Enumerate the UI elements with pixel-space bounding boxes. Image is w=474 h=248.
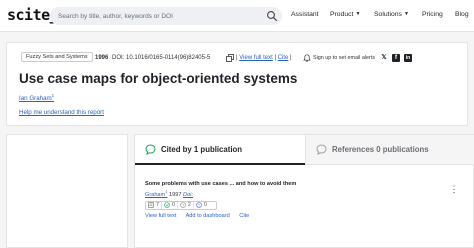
citation-list-item: Some problems with use cases ... and how… [145,181,465,219]
tab-cited-by-label: Cited by 1 publication [161,145,243,154]
tab-cited-by[interactable]: Cited by 1 publication [135,135,305,165]
chevron-down-icon: ▼ [355,11,361,17]
help-understand-link[interactable]: Help me understand this report [19,109,104,116]
left-sidebar-panel [6,134,128,248]
count-mentioning[interactable]: 7 [146,201,162,209]
count-supporting-value: 0 [171,202,175,209]
paper-year-value: 1996 [95,55,109,61]
view-full-text-link-wrap: | View full text | Cite | [236,55,292,61]
nav-pricing[interactable]: Pricing [422,11,443,18]
nav-product-label: Product [330,11,354,18]
tab-references-label: References 0 publications [332,145,429,154]
tab-references[interactable]: References 0 publications [305,135,474,165]
view-full-text-link[interactable]: View full text [239,55,273,61]
question-circle-icon: ? [180,202,186,209]
citation-actions: View full text Add to dashboard Cite [145,213,465,219]
citation-author-sup: 1 [165,189,168,194]
citation-meta: Graham1 1997 Doi: [145,189,465,198]
count-contrasting[interactable]: 0 [194,202,209,209]
quote-bubble-icon [145,144,156,155]
view-full-text-button[interactable]: View full text [145,213,176,219]
add-to-dashboard-button[interactable]: Add to dashboard [186,213,230,219]
facebook-icon[interactable]: f [392,54,400,62]
cite-link[interactable]: Cite [278,55,289,61]
paper-header-card: Fuzzy Sets and Systems 1996 DOI: 10.1016… [6,42,468,126]
author-name: Ian Graham [19,95,52,103]
copy-icon[interactable] [226,54,234,62]
count-supporting[interactable]: 0 [162,201,178,209]
twitter-icon[interactable]: 𝕏 [380,54,388,62]
alert-circle-icon [196,202,202,209]
count-contrasting-value: 0 [203,202,207,209]
count-mentioning-value: 7 [156,202,159,209]
journal-badge[interactable]: Fuzzy Sets and Systems [21,52,93,62]
search-icon[interactable] [266,10,278,22]
citation-counts[interactable]: 7 0 ? 2 0 [145,200,217,210]
linkedin-icon[interactable]: in [404,54,412,62]
paper-title: Use case maps for object-oriented system… [19,71,298,86]
search-input[interactable] [58,9,258,23]
chevron-down-icon: ▼ [403,11,409,17]
nav-solutions-label: Solutions [374,11,402,18]
citation-title[interactable]: Some problems with use cases ... and how… [145,181,465,187]
doi-label: DOI: [112,55,125,61]
top-navigation-bar: scite_ Assistant Product▼ Solutions▼ Pri… [0,0,474,32]
more-options-icon[interactable]: ⋮ [450,184,460,195]
cite-button[interactable]: Cite [239,213,249,219]
nav-solutions[interactable]: Solutions ▼ [374,11,409,18]
paper-doi: DOI: 10.1016/0165-0114(96)82405-5 [112,55,210,61]
citation-doi[interactable]: Doi: [183,192,193,198]
nav-product[interactable]: Product ▼ [330,11,360,18]
citation-year: 1997 [169,191,182,198]
count-citing-value: 2 [187,202,191,209]
author-sup: 1 [51,93,55,98]
nav-assistant[interactable]: Assistant [291,11,319,18]
citation-author-name: Graham [145,191,166,198]
document-icon [148,202,154,209]
doi-value: 10.1016/0165-0114(96)82405-5 [126,55,211,61]
citations-panel: Cited by 1 publication References 0 publ… [134,134,474,248]
citation-author[interactable]: Graham1 [145,189,168,198]
paper-year: 1996 [95,55,108,61]
search-bar[interactable] [50,7,282,25]
author-link[interactable]: Ian Graham1 [19,93,54,102]
count-citing[interactable]: ? 2 [178,201,194,209]
nav-blog[interactable]: Blog [455,11,469,18]
bell-icon[interactable] [303,54,311,62]
quote-bubble-icon [316,144,327,155]
email-alerts-link[interactable]: Sign up to set email alerts [313,55,375,61]
check-circle-icon [164,202,170,209]
